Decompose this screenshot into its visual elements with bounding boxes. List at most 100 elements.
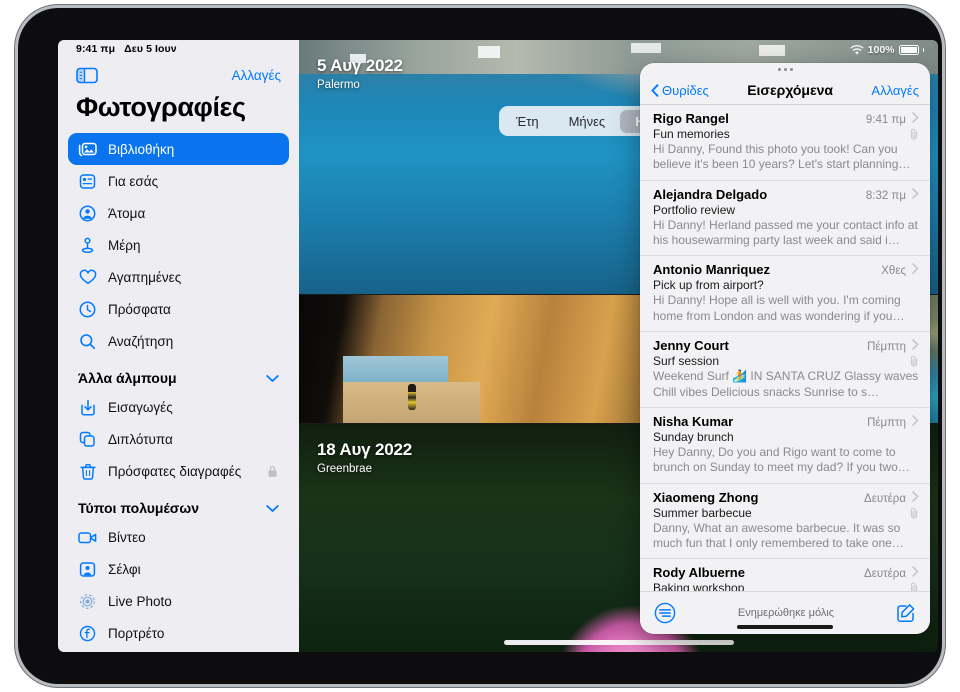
sidebar-item-for-you[interactable]: Για εσάς (68, 165, 289, 197)
compose-icon[interactable] (896, 603, 916, 623)
sidebar-item-label: Βίντεο (108, 529, 146, 545)
chevron-right-icon (912, 415, 919, 426)
mail-slide-over-panel[interactable]: Θυρίδες Εισερχόμενα Αλλαγές Rigo Rangel … (640, 63, 930, 634)
page-title: Φωτογραφίες (76, 92, 246, 122)
panel-home-indicator[interactable] (737, 625, 833, 629)
mail-subject: Baking workshop (653, 581, 745, 591)
status-date: Δευ 5 Ιουν (124, 43, 177, 55)
sidebar-group-other-albums[interactable]: Άλλα άλμπουμ (68, 357, 289, 391)
chevron-right-icon (912, 490, 919, 502)
tablet-screen: 5 Αυγ 2022 Palermo 18 Αυγ 2022 Greenbrae… (58, 40, 938, 652)
status-time: 9:41 πμ (76, 43, 116, 55)
heart-icon (78, 268, 97, 287)
photos-app: 5 Αυγ 2022 Palermo 18 Αυγ 2022 Greenbrae… (58, 40, 938, 652)
sidebar-item-search[interactable]: Αναζήτηση (68, 325, 289, 357)
sidebar-item-selfies[interactable]: Σέλφι (68, 553, 289, 585)
mail-preview: Danny, What an awesome barbecue. It was … (653, 520, 904, 550)
trash-icon (78, 462, 97, 481)
sidebar-item-places[interactable]: Μέρη (68, 229, 289, 261)
mail-navigation-bar: Θυρίδες Εισερχόμενα Αλλαγές (640, 76, 930, 105)
attachment-icon (910, 507, 918, 519)
sidebar-item-label: Πορτρέτο (108, 625, 165, 641)
mail-sender: Nisha Kumar (653, 413, 734, 429)
sidebar-item-portrait[interactable]: Πορτρέτο (68, 617, 289, 649)
sidebar-item-library[interactable]: Βιβλιοθήκη (68, 133, 289, 165)
status-bar: 9:41 πμ Δευ 5 Ιουν (58, 40, 299, 58)
mail-subject: Sunday brunch (653, 429, 734, 444)
sidebar-item-label: Σέλφι (108, 561, 141, 577)
sidebar-item-recently-deleted[interactable]: Πρόσφατες διαγραφές (68, 455, 289, 487)
filter-icon[interactable] (654, 602, 676, 624)
photo-group-date: 5 Αυγ 2022 (317, 56, 403, 75)
mail-sender: Alejandra Delgado (653, 186, 768, 202)
sidebar-item-imports[interactable]: Εισαγωγές (68, 391, 289, 423)
chevron-right-icon (912, 187, 919, 199)
mail-list-item[interactable]: Alejandra Delgado 8:32 πμ Portfolio revi… (640, 181, 930, 257)
sidebar-item-favorites[interactable]: Αγαπημένες (68, 261, 289, 293)
segment-years[interactable]: Έτη (501, 110, 554, 133)
mail-preview: Hi Danny! Herland passed me your contact… (653, 217, 918, 248)
lock-icon (268, 465, 277, 477)
photos-sidebar: 9:41 πμ Δευ 5 Ιουν Αλλαγές Φωτογραφίες Β… (58, 40, 299, 652)
sidebar-item-videos[interactable]: Βίντεο (68, 521, 289, 553)
mail-list-item[interactable]: Rody Albuerne Δευτέρα Baking workshop (640, 559, 930, 591)
mailboxes-back-label: Θυρίδες (662, 82, 709, 98)
sidebar-item-live-photo[interactable]: Live Photo (68, 585, 289, 617)
sidebar-item-label: Για εσάς (108, 173, 159, 189)
video-icon (78, 528, 97, 547)
home-indicator[interactable] (503, 640, 734, 645)
import-icon (78, 398, 97, 417)
mailboxes-back-button[interactable]: Θυρίδες (651, 83, 709, 98)
sidebar-group-media-types[interactable]: Τύποι πολυμέσων (68, 487, 289, 521)
sidebar-item-label: Αγαπημένες (108, 269, 182, 285)
attachment-icon (910, 128, 918, 140)
sidebar-item-recents[interactable]: Πρόσφατα (68, 293, 289, 325)
mail-time: Πέμπτη (867, 341, 906, 354)
chevron-down-icon[interactable] (266, 504, 279, 513)
mail-subject: Pick up from airport? (653, 278, 764, 293)
chevron-down-icon[interactable] (266, 374, 279, 383)
sidebar-toggle-icon[interactable] (76, 67, 98, 84)
battery-icon (898, 45, 919, 55)
mail-title: Εισερχόμενα (747, 82, 834, 98)
sidebar-item-label: Άτομα (108, 205, 146, 221)
mail-list-item[interactable]: Antonio Manriquez Χθες Pick up from airp… (640, 256, 930, 333)
mail-list-item[interactable]: Xiaomeng Zhong Δευτέρα Summer barbecue D… (640, 484, 930, 560)
sidebar-edit-button[interactable]: Αλλαγές (232, 68, 281, 83)
sidebar-top-row: Αλλαγές (58, 58, 299, 86)
attachment-icon (910, 355, 918, 367)
grabber-dots-icon (777, 68, 793, 71)
wifi-icon (850, 44, 864, 55)
segment-months[interactable]: Μήνες (554, 110, 621, 133)
panel-grabber[interactable] (640, 63, 930, 76)
sidebar-item-label: Live Photo (108, 593, 172, 609)
mail-subject: Fun memories (653, 127, 730, 141)
mail-sync-status: Ενημερώθηκε μόλις (737, 607, 835, 619)
mail-list-item[interactable]: Nisha Kumar Πέμπτη Sunday brunch Hey Dan… (640, 408, 930, 484)
mail-preview: Hi Danny, Found this photo you took! Can… (653, 142, 911, 172)
photo-group-place: Palermo (317, 79, 360, 91)
sidebar-item-duplicates[interactable]: Διπλότυπα (68, 423, 289, 455)
sidebar-item-label: Βιβλιοθήκη (108, 141, 175, 157)
sidebar-item-people[interactable]: Άτομα (68, 197, 289, 229)
mail-sender: Jenny Court (653, 338, 729, 354)
chevron-right-icon (912, 112, 919, 123)
portrait-icon (78, 624, 97, 643)
mail-subject: Portfolio review (653, 202, 736, 217)
mail-preview: Hey Danny, Do you and Rigo want to come … (653, 444, 910, 475)
mail-edit-button[interactable]: Αλλαγές (871, 83, 919, 98)
mail-sender: Rody Albuerne (653, 565, 745, 581)
for-you-icon (78, 172, 97, 191)
mail-list-item[interactable]: Jenny Court Πέμπτη Surf session Weekend … (640, 332, 930, 408)
chevron-right-icon (912, 339, 919, 350)
battery-cap (922, 48, 924, 52)
mail-sender: Rigo Rangel (653, 111, 729, 126)
search-icon (78, 332, 97, 351)
mail-message-list[interactable]: Rigo Rangel 9:41 πμ Fun memories Hi Dann… (640, 105, 930, 591)
mail-time: Δευτέρα (864, 492, 906, 505)
mail-time: 9:41 πμ (865, 114, 906, 126)
mail-subject: Surf session (653, 354, 720, 369)
mail-list-item[interactable]: Rigo Rangel 9:41 πμ Fun memories Hi Dann… (640, 105, 930, 181)
selfie-icon (78, 560, 97, 579)
sidebar-item-label: Διπλότυπα (108, 431, 173, 447)
